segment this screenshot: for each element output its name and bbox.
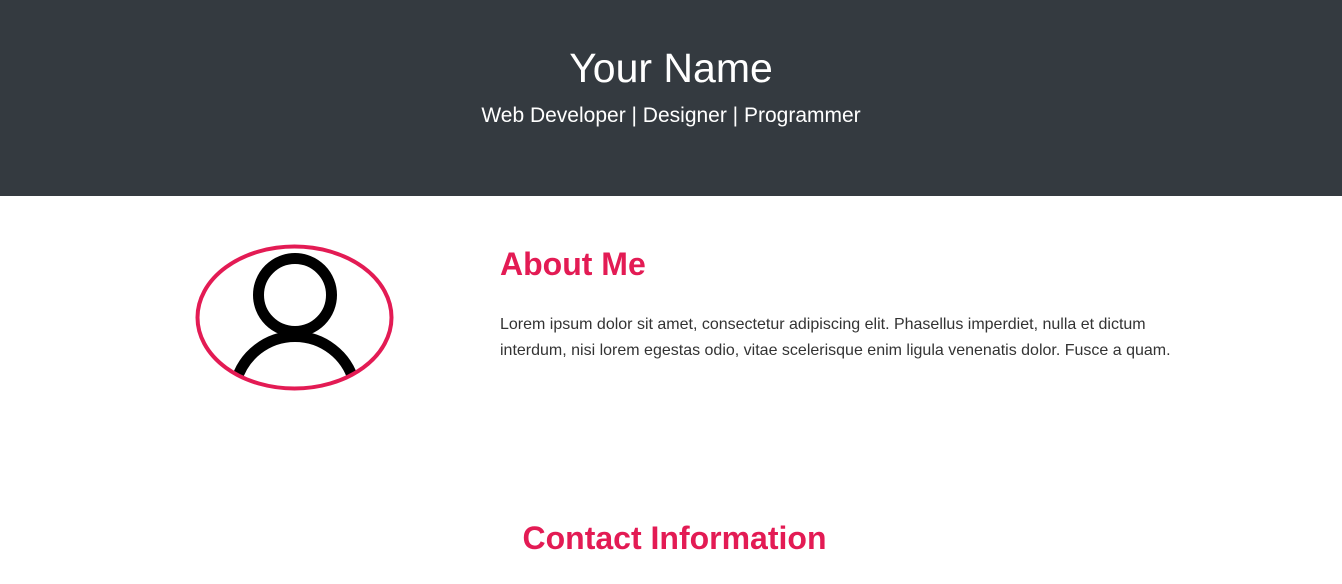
page-header: Your Name Web Developer | Designer | Pro… bbox=[0, 0, 1342, 196]
header-name: Your Name bbox=[569, 45, 773, 91]
about-title: About Me bbox=[500, 246, 646, 282]
user-profile-icon bbox=[195, 244, 394, 391]
about-text: Lorem ipsum dolor sit amet, consectetur … bbox=[500, 316, 1171, 359]
header-tagline: Web Developer | Designer | Programmer bbox=[481, 104, 861, 127]
contact-title: Contact Information bbox=[522, 520, 827, 556]
avatar bbox=[195, 244, 395, 392]
